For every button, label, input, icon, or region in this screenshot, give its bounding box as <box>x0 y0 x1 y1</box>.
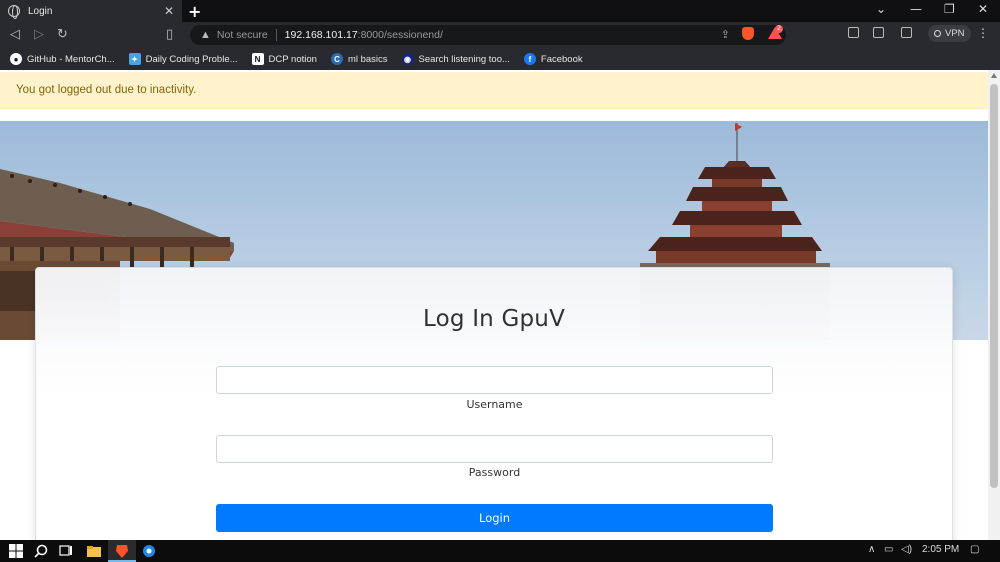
listening-icon: ◉ <box>401 53 414 65</box>
tab-title: Login <box>28 5 53 17</box>
logout-alert: You got logged out due to inactivity. <box>0 72 988 109</box>
vpn-icon <box>934 30 941 37</box>
forward-icon[interactable]: ▷ <box>34 27 44 42</box>
bookmark-icon[interactable]: ▯ <box>166 27 173 42</box>
github-icon: ● <box>10 53 22 65</box>
username-label: Username <box>466 398 523 411</box>
brave-browser-icon <box>116 545 128 558</box>
globe-icon <box>8 5 20 19</box>
sidebar-icon[interactable] <box>873 27 884 38</box>
bookmark-label: Search listening too... <box>418 53 510 65</box>
app-icon[interactable] <box>141 543 157 559</box>
scrollbar-thumb[interactable] <box>990 84 998 488</box>
bookmark-label: Facebook <box>540 53 583 65</box>
network-icon[interactable]: ▭ <box>884 544 893 555</box>
taskbar-brave-active[interactable] <box>108 540 136 562</box>
maximize-button[interactable]: ❐ <box>944 2 955 16</box>
page-title: Log In GpuV <box>423 306 565 332</box>
vpn-button[interactable]: VPN <box>928 25 971 42</box>
url-host: 192.168.101.17 <box>284 29 358 41</box>
bookmark-search-listening[interactable]: ◉ Search listening too... <box>401 53 510 65</box>
address-divider <box>275 29 277 41</box>
security-label: Not secure <box>216 29 268 41</box>
page-scrollbar[interactable] <box>988 70 1000 540</box>
extensions-icon[interactable] <box>848 27 859 38</box>
windows-start-icon[interactable] <box>8 543 24 559</box>
bookmark-github[interactable]: ● GitHub - MentorCh... <box>10 53 115 65</box>
url-path: :8000/sessionend/ <box>357 29 443 41</box>
tab-close-button[interactable]: ✕ <box>164 4 174 18</box>
notification-icon[interactable]: ▢ <box>970 544 979 555</box>
bookmark-facebook[interactable]: f Facebook <box>523 53 583 65</box>
wallet-icon[interactable] <box>901 27 912 38</box>
rewards-badge: 2 <box>775 25 783 33</box>
scroll-up-icon[interactable] <box>991 73 997 78</box>
notion-icon: N <box>251 53 264 65</box>
dcp-icon: ✦ <box>128 53 141 65</box>
bookmarks-bar: ● GitHub - MentorCh... ✦ Daily Coding Pr… <box>0 48 1000 70</box>
bookmark-dcp-notion[interactable]: N DCP notion <box>251 53 317 65</box>
page-viewport: You got logged out due to inactivity. Lo… <box>0 70 988 540</box>
clock[interactable]: 2:05 PM <box>922 544 959 555</box>
bookmark-daily-coding[interactable]: ✦ Daily Coding Proble... <box>128 53 238 65</box>
back-icon[interactable]: ◁ <box>10 27 20 42</box>
bookmark-label: GitHub - MentorCh... <box>27 53 115 65</box>
bookmark-label: ml basics <box>347 53 388 65</box>
search-icon[interactable] <box>33 543 49 559</box>
minimize-button[interactable]: — <box>910 2 922 16</box>
bookmark-label: DCP notion <box>268 53 317 65</box>
menu-icon[interactable]: ⋮ <box>977 26 989 40</box>
volume-icon[interactable]: ◁) <box>901 544 912 555</box>
new-tab-button[interactable]: + <box>188 2 201 21</box>
vpn-label: VPN <box>945 28 965 39</box>
chevron-up-icon[interactable]: ∧ <box>868 544 875 555</box>
tab-search-button[interactable]: ⌄ <box>876 2 886 16</box>
windows-taskbar: ∧ ▭ ◁) 2:05 PM ▢ <box>0 540 1000 562</box>
password-input[interactable] <box>216 435 773 463</box>
close-window-button[interactable]: ✕ <box>978 2 988 16</box>
file-explorer-icon[interactable] <box>86 543 102 559</box>
warning-icon: ▲ <box>200 29 211 41</box>
reload-icon[interactable]: ↻ <box>57 27 68 42</box>
tab-login[interactable]: Login ✕ <box>0 0 182 22</box>
username-input[interactable] <box>216 366 773 394</box>
brave-shields-icon[interactable] <box>742 27 754 40</box>
tab-strip: Login ✕ + ⌄ — ❐ ✕ <box>0 0 1000 22</box>
task-view-icon[interactable] <box>58 543 74 559</box>
bookmark-ml-basics[interactable]: C ml basics <box>330 53 388 65</box>
c-icon: C <box>330 53 343 65</box>
password-label: Password <box>468 466 521 479</box>
bookmark-label: Daily Coding Proble... <box>145 53 238 65</box>
share-icon[interactable]: ⇪ <box>721 28 730 41</box>
facebook-icon: f <box>523 53 536 65</box>
address-bar[interactable]: ▲ Not secure 192.168.101.17:8000/session… <box>190 25 786 45</box>
login-card: Log In GpuV Username Password Login <box>35 267 953 540</box>
login-button[interactable]: Login <box>216 504 773 532</box>
